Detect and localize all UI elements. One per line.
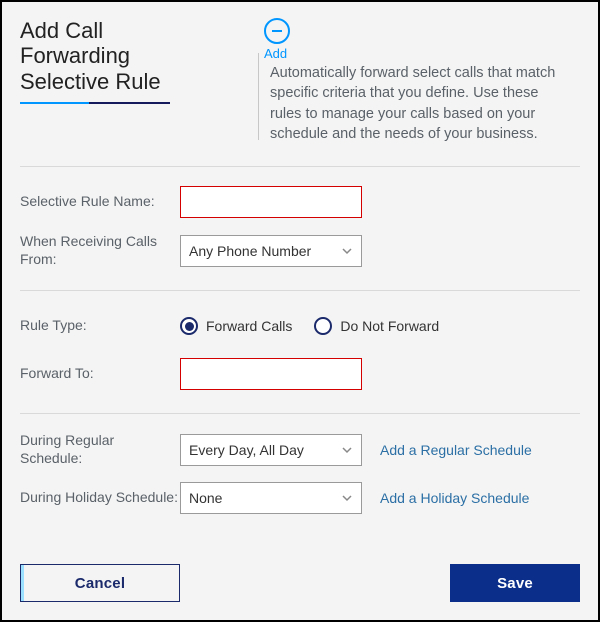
help-panel: Add Automatically forward select calls t… [250, 18, 560, 144]
minus-icon [270, 24, 284, 38]
save-button[interactable]: Save [450, 564, 580, 602]
row-forward-to: Forward To: [20, 357, 580, 391]
holiday-schedule-selected: None [189, 490, 222, 506]
add-holiday-schedule-link[interactable]: Add a Holiday Schedule [380, 490, 529, 506]
label-when-from: When Receiving Calls From: [20, 233, 180, 268]
regular-schedule-selected: Every Day, All Day [189, 442, 304, 458]
label-forward-to: Forward To: [20, 365, 180, 383]
radio-dot-icon [314, 317, 332, 335]
dialog-add-call-forwarding-rule: Add Call Forwarding Selective Rule Add A… [0, 0, 600, 622]
radio-do-not-forward-label: Do Not Forward [340, 318, 439, 334]
label-regular-schedule: During Regular Schedule: [20, 432, 180, 467]
regular-schedule-select[interactable]: Every Day, All Day [180, 434, 362, 466]
radio-do-not-forward[interactable]: Do Not Forward [314, 317, 439, 335]
add-regular-schedule-link[interactable]: Add a Regular Schedule [380, 442, 532, 458]
radio-forward-label: Forward Calls [206, 318, 292, 334]
row-regular-schedule: During Regular Schedule: Every Day, All … [20, 432, 580, 467]
chevron-down-icon [341, 245, 353, 257]
label-holiday-schedule: During Holiday Schedule: [20, 489, 180, 507]
when-from-selected: Any Phone Number [189, 243, 311, 259]
cancel-button[interactable]: Cancel [20, 564, 180, 602]
radio-forward-calls[interactable]: Forward Calls [180, 317, 292, 335]
row-holiday-schedule: During Holiday Schedule: None Add a Holi… [20, 481, 580, 515]
collapse-help-button[interactable] [264, 18, 290, 44]
page-title: Add Call Forwarding Selective Rule [20, 18, 190, 94]
button-bar: Cancel Save [20, 564, 580, 602]
help-toggle-label: Add [264, 46, 560, 61]
row-rule-name: Selective Rule Name: [20, 185, 580, 219]
rule-name-input[interactable] [180, 186, 362, 218]
row-rule-type: Rule Type: Forward Calls Do Not Forward [20, 309, 580, 343]
title-wrap: Add Call Forwarding Selective Rule [20, 18, 190, 104]
chevron-down-icon [341, 492, 353, 504]
divider [20, 166, 580, 167]
label-rule-name: Selective Rule Name: [20, 193, 180, 211]
dialog-header: Add Call Forwarding Selective Rule Add A… [20, 18, 580, 144]
divider [20, 413, 580, 414]
when-from-select[interactable]: Any Phone Number [180, 235, 362, 267]
chevron-down-icon [341, 444, 353, 456]
title-underline [20, 102, 170, 104]
radio-dot-icon [180, 317, 198, 335]
holiday-schedule-select[interactable]: None [180, 482, 362, 514]
row-when-from: When Receiving Calls From: Any Phone Num… [20, 233, 580, 268]
forward-to-input[interactable] [180, 358, 362, 390]
help-text: Automatically forward select calls that … [270, 63, 560, 144]
help-divider [258, 53, 259, 140]
divider [20, 290, 580, 291]
label-rule-type: Rule Type: [20, 317, 180, 335]
